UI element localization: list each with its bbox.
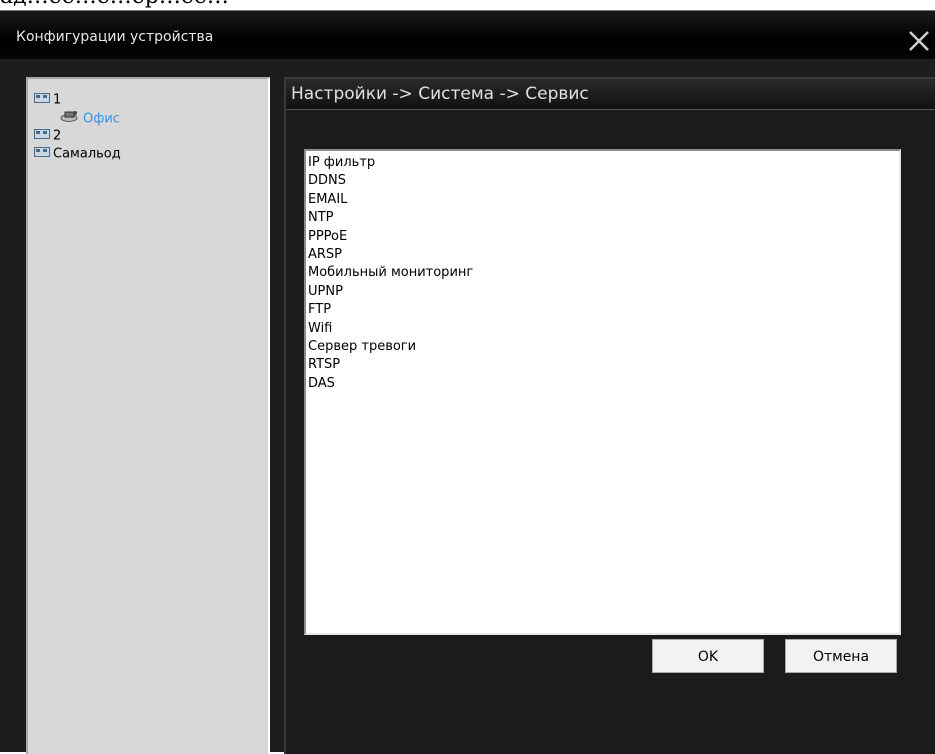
device-tree-panel: 1 Офис 2 Самальод	[26, 77, 270, 754]
list-item[interactable]: IP фильтр	[306, 154, 899, 172]
list-item[interactable]: ARSP	[306, 246, 899, 264]
list-item[interactable]: Wifi	[306, 320, 899, 338]
list-item[interactable]: DDNS	[306, 172, 899, 190]
title-bar[interactable]: Конфигурации устройства	[0, 11, 935, 59]
device-tree: 1 Офис 2 Самальод	[34, 91, 121, 163]
service-list[interactable]: IP фильтр DDNS EMAIL NTP PPPoE ARSP Моби…	[304, 149, 901, 635]
device-config-window: Конфигурации устройства 1 Офис 2 Самальо…	[0, 10, 935, 754]
tree-node-label: Самальод	[53, 146, 121, 162]
background-text-fragment: ад…ее…ё…ер…ее…	[0, 0, 229, 9]
tree-node-2[interactable]: 2	[34, 127, 121, 145]
cancel-button[interactable]: Отмена	[785, 639, 897, 673]
camera-group-icon	[34, 127, 50, 145]
breadcrumb: Настройки -> Система -> Сервис	[291, 84, 589, 104]
close-icon[interactable]	[905, 27, 933, 55]
tree-node-office[interactable]: Офис	[34, 109, 121, 127]
list-item[interactable]: PPPoE	[306, 228, 899, 246]
tree-node-samalod[interactable]: Самальод	[34, 145, 121, 163]
list-item[interactable]: RTSP	[306, 356, 899, 374]
settings-header: Настройки -> Система -> Сервис	[286, 79, 935, 110]
camera-group-icon	[34, 91, 50, 109]
ok-button[interactable]: OK	[652, 639, 764, 673]
settings-panel: Настройки -> Система -> Сервис IP фильтр…	[284, 77, 935, 754]
tree-node-1[interactable]: 1	[34, 91, 121, 109]
tree-node-label: Офис	[83, 111, 120, 127]
camera-device-icon	[60, 109, 80, 129]
list-item[interactable]: NTP	[306, 209, 899, 227]
list-item[interactable]: Сервер тревоги	[306, 338, 899, 356]
list-item[interactable]: DAS	[306, 375, 899, 393]
list-item[interactable]: Мобильный мониторинг	[306, 264, 899, 282]
tree-node-label: 2	[53, 128, 62, 144]
list-item[interactable]: FTP	[306, 301, 899, 319]
list-item[interactable]: UPNP	[306, 283, 899, 301]
list-item[interactable]: EMAIL	[306, 191, 899, 209]
camera-group-icon	[34, 145, 50, 163]
tree-node-label: 1	[53, 92, 62, 108]
window-title: Конфигурации устройства	[16, 29, 214, 45]
